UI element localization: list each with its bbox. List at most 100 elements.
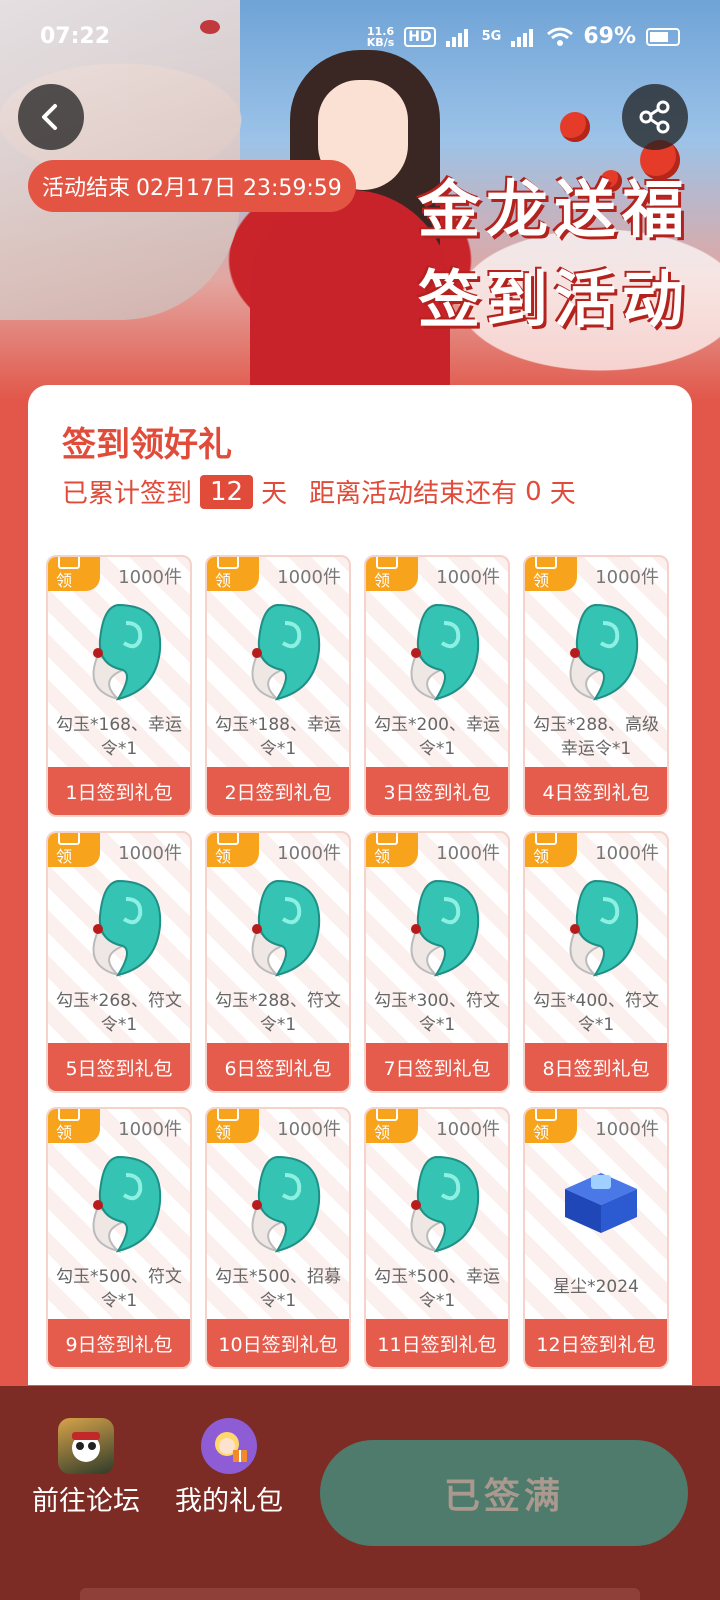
magatama-icon [251, 1155, 321, 1253]
event-title-line2: 签到活动 [417, 263, 690, 336]
magatama-icon [410, 1155, 480, 1253]
magatama-icon [251, 603, 321, 701]
status-bar: 07:22 11.6 KB/s HD 5G 69% [0, 0, 720, 70]
signal-icon [445, 27, 472, 47]
gift-card-10[interactable]: 领 1000件 勾玉*500、招募令*1 10日签到礼包 [205, 1107, 351, 1369]
gift-stock: 1000件 [118, 567, 182, 588]
gift-description: 勾玉*288、高级幸运令*1 [533, 715, 659, 759]
net-speed: 11.6 KB/s [367, 26, 394, 48]
claim-tag: 领 [366, 833, 418, 867]
gift-name: 7日签到礼包 [366, 1043, 508, 1091]
gift-description: 勾玉*268、符文令*1 [56, 991, 182, 1035]
gift-stock: 1000件 [277, 1119, 341, 1140]
claim-tag: 领 [207, 833, 259, 867]
claim-tag: 领 [525, 1109, 577, 1143]
gift-avatar-icon [201, 1418, 257, 1474]
gift-name: 9日签到礼包 [48, 1319, 190, 1367]
claim-tag: 领 [207, 557, 259, 591]
countdown-time: 02月17日 23:59:59 [136, 176, 342, 201]
gift-card-9[interactable]: 领 1000件 勾玉*500、符文令*1 9日签到礼包 [46, 1107, 192, 1369]
gift-description: 勾玉*400、符文令*1 [533, 991, 659, 1035]
countdown-label: 活动结束 [42, 176, 131, 201]
gift-description: 勾玉*188、幸运令*1 [215, 715, 341, 759]
gift-stock: 1000件 [277, 567, 341, 588]
magatama-icon [92, 1155, 162, 1253]
gift-name: 12日签到礼包 [525, 1319, 667, 1367]
days-unit: 天 [261, 479, 288, 509]
days-signed-badge: 12 [200, 474, 254, 509]
gift-name: 5日签到礼包 [48, 1043, 190, 1091]
gift-card-11[interactable]: 领 1000件 勾玉*500、幸运令*1 11日签到礼包 [364, 1107, 510, 1369]
hd-icon: HD [404, 26, 436, 47]
signal-icon-2 [511, 27, 537, 47]
gift-stock: 1000件 [436, 1119, 500, 1140]
countdown-pill: 活动结束 02月17日 23:59:59 [28, 160, 356, 212]
gift-card-1[interactable]: 领 1000件 勾玉*168、幸运令*1 1日签到礼包 [46, 555, 192, 817]
wifi-icon [547, 27, 574, 46]
gift-stock: 1000件 [118, 843, 182, 864]
share-button[interactable] [622, 84, 688, 150]
gift-card-7[interactable]: 领 1000件 勾玉*300、符文令*1 7日签到礼包 [364, 831, 510, 1093]
remaining-unit: 天 [549, 479, 576, 509]
gift-name: 2日签到礼包 [207, 767, 349, 815]
card-title: 签到领好礼 [62, 425, 232, 465]
gift-name: 6日签到礼包 [207, 1043, 349, 1091]
magatama-icon [569, 879, 639, 977]
gift-card-2[interactable]: 领 1000件 勾玉*188、幸运令*1 2日签到礼包 [205, 555, 351, 817]
my-gifts-link[interactable]: 我的礼包 [175, 1418, 285, 1522]
magatama-icon [410, 603, 480, 701]
gift-stock: 1000件 [595, 843, 659, 864]
gift-description: 勾玉*500、招募令*1 [215, 1267, 341, 1311]
gift-grid: 领 1000件 勾玉*168、幸运令*1 1日签到礼包 领 1000件 勾玉*1… [46, 555, 676, 1369]
back-button[interactable] [18, 84, 84, 150]
gift-name: 4日签到礼包 [525, 767, 667, 815]
magatama-icon [569, 603, 639, 701]
stardust-chest-icon [565, 1173, 637, 1233]
gift-card-12[interactable]: 领 1000件 星尘*2024 12日签到礼包 [523, 1107, 669, 1369]
claim-tag: 领 [525, 833, 577, 867]
gift-stock: 1000件 [436, 567, 500, 588]
magatama-icon [410, 879, 480, 977]
gift-stock: 1000件 [595, 1119, 659, 1140]
gift-name: 11日签到礼包 [366, 1319, 508, 1367]
forum-label: 前往论坛 [32, 1486, 140, 1517]
gift-card-8[interactable]: 领 1000件 勾玉*400、符文令*1 8日签到礼包 [523, 831, 669, 1093]
gift-card-5[interactable]: 领 1000件 勾玉*268、符文令*1 5日签到礼包 [46, 831, 192, 1093]
battery-icon [646, 27, 680, 46]
magatama-icon [251, 879, 321, 977]
status-icons: 11.6 KB/s HD 5G 69% [367, 24, 680, 49]
magatama-icon [92, 603, 162, 701]
gift-description: 勾玉*500、符文令*1 [56, 1267, 182, 1311]
signed-full-button[interactable]: 已签满 [320, 1440, 688, 1546]
gift-card-3[interactable]: 领 1000件 勾玉*200、幸运令*1 3日签到礼包 [364, 555, 510, 817]
progress-prefix: 已累计签到 [62, 479, 193, 509]
gift-name: 8日签到礼包 [525, 1043, 667, 1091]
claim-tag: 领 [48, 1109, 100, 1143]
gift-description: 勾玉*500、幸运令*1 [374, 1267, 500, 1311]
gift-description: 勾玉*300、符文令*1 [374, 991, 500, 1035]
net-speed-unit: KB/s [366, 35, 395, 49]
lantern-orb [560, 112, 590, 142]
bottom-bar: 前往论坛 我的礼包 已签满 [0, 1386, 720, 1600]
gift-card-6[interactable]: 领 1000件 勾玉*288、符文令*1 6日签到礼包 [205, 831, 351, 1093]
event-title-art: 金龙送福 签到活动 [400, 165, 690, 345]
gift-name: 10日签到礼包 [207, 1319, 349, 1367]
battery-percent: 69% [583, 24, 636, 49]
gift-avatar-glyph [215, 1432, 247, 1462]
bottom-handle [80, 1588, 640, 1600]
game-app-icon [58, 1418, 114, 1474]
gift-description: 勾玉*168、幸运令*1 [56, 715, 182, 759]
forum-link[interactable]: 前往论坛 [32, 1418, 142, 1522]
days-remaining: 0 [525, 476, 542, 507]
gift-stock: 1000件 [277, 843, 341, 864]
claim-tag: 领 [366, 557, 418, 591]
gift-stock: 1000件 [118, 1119, 182, 1140]
gift-card-4[interactable]: 领 1000件 勾玉*288、高级幸运令*1 4日签到礼包 [523, 555, 669, 817]
gift-stock: 1000件 [595, 567, 659, 588]
claim-tag: 领 [525, 557, 577, 591]
my-gifts-label: 我的礼包 [175, 1486, 283, 1517]
checkin-progress: 已累计签到 12 天 距离活动结束还有 0 天 [62, 473, 576, 510]
magatama-icon [92, 879, 162, 977]
chevron-left-icon [42, 104, 57, 130]
share-icon [639, 100, 670, 134]
